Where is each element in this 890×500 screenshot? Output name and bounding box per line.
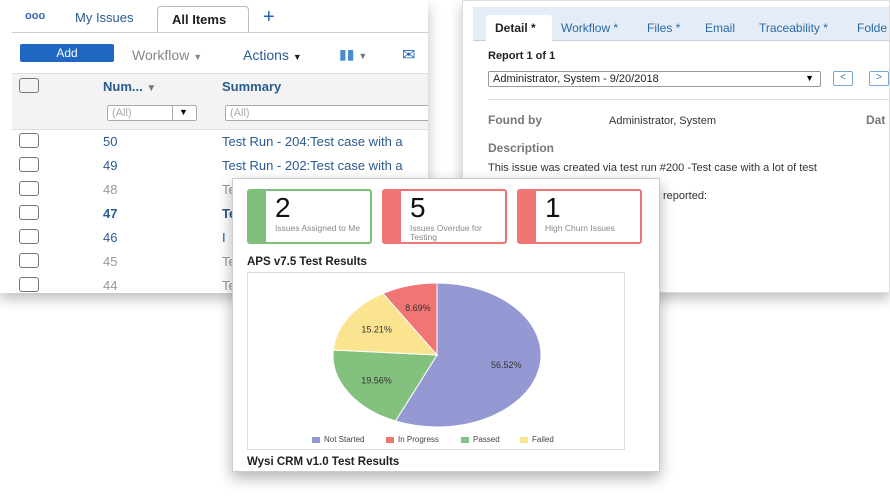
sort-desc-icon: ▼ — [146, 83, 157, 94]
select-all-checkbox[interactable] — [19, 78, 39, 93]
tab-workflow[interactable]: Workflow * — [561, 21, 618, 35]
pie-data-label: 19.56% — [361, 375, 392, 385]
chart-title: APS v7.5 Test Results — [247, 256, 367, 268]
tab-detail[interactable]: Detail * — [486, 15, 552, 41]
legend-swatch — [520, 437, 528, 443]
chevron-down-icon: ▼ — [292, 52, 302, 62]
actions-label: Actions — [243, 47, 289, 63]
card-value: 1 — [545, 192, 561, 223]
tab-files[interactable]: Files * — [647, 21, 680, 35]
next-chart-title: Wysi CRM v1.0 Test Results — [247, 456, 400, 468]
issue-number[interactable]: 45 — [103, 254, 117, 269]
dashboard-panel: 2 Issues Assigned to Me 5 Issues Overdue f… — [232, 178, 660, 472]
pie-data-label: 15.21% — [361, 325, 392, 335]
description-label: Description — [488, 141, 555, 155]
row-checkbox[interactable] — [19, 181, 39, 196]
card-value: 2 — [275, 192, 291, 223]
issue-number[interactable]: 50 — [103, 134, 117, 149]
divider — [12, 32, 428, 33]
description-text: This issue was created via test run #200… — [488, 162, 817, 174]
card-label: Issues Overdue for Testing — [410, 223, 482, 242]
issue-number[interactable]: 49 — [103, 158, 117, 173]
filter-value: (All) — [230, 107, 250, 119]
tab-folders[interactable]: Folde — [857, 21, 887, 35]
card-value: 5 — [410, 192, 426, 223]
tab-label: All Items — [172, 12, 227, 27]
tab-more[interactable]: ooo — [25, 10, 45, 22]
legend-swatch — [312, 437, 320, 443]
issue-number[interactable]: 48 — [103, 182, 117, 197]
chevron-down-icon: ▼ — [179, 107, 188, 117]
pie-chart: 56.52% 19.56% 15.21% 8.69% — [332, 282, 542, 428]
legend-label: Not Started — [324, 435, 365, 444]
chevron-down-icon: ▼ — [358, 51, 368, 61]
column-header-summary[interactable]: Summary — [222, 79, 281, 94]
legend-swatch — [461, 437, 469, 443]
card-accent — [519, 191, 536, 242]
card-label: Issues Assigned to Me — [275, 223, 361, 233]
issue-summary-link[interactable]: Test Run - 202:Test case with a — [222, 158, 403, 173]
report-counter: Report 1 of 1 — [488, 50, 556, 62]
table-header — [12, 73, 428, 130]
chevron-down-icon: ▼ — [805, 73, 814, 83]
issue-summary-link[interactable]: I — [222, 230, 226, 245]
found-by-label: Found by — [488, 113, 542, 127]
pie-data-label: 56.52% — [491, 360, 522, 370]
legend-item-passed[interactable]: Passed — [461, 435, 500, 445]
card-accent — [249, 191, 266, 242]
previous-report-button[interactable]: < — [833, 71, 853, 86]
workflow-label: Workflow — [132, 47, 190, 63]
actions-menu[interactable]: Actions ▼ — [243, 47, 302, 63]
row-checkbox[interactable] — [19, 157, 39, 172]
column-label: Num... — [103, 79, 143, 94]
legend-label: Passed — [473, 435, 500, 444]
issues-assigned-card[interactable]: 2 Issues Assigned to Me — [247, 189, 372, 244]
high-churn-card[interactable]: 1 High Churn Issues — [517, 189, 642, 244]
issue-number[interactable]: 44 — [103, 278, 117, 293]
select-value: Administrator, System - 9/20/2018 — [493, 73, 659, 85]
legend-item-in-progress[interactable]: In Progress — [386, 435, 439, 445]
divider — [172, 106, 173, 120]
legend-swatch — [386, 437, 394, 443]
date-label: Dat — [866, 113, 886, 127]
issues-overdue-card[interactable]: 5 Issues Overdue for Testing — [382, 189, 507, 244]
bar-chart-icon: ▮▮ — [339, 46, 355, 62]
chart-container: 56.52% 19.56% 15.21% 8.69% Not Started In P… — [247, 272, 625, 450]
workflow-menu[interactable]: Workflow ▼ — [132, 47, 202, 63]
legend-label: In Progress — [398, 435, 439, 444]
legend-item-failed[interactable]: Failed — [520, 435, 554, 445]
pie-data-label: 8.69% — [405, 303, 431, 313]
row-checkbox[interactable] — [19, 205, 39, 220]
row-checkbox[interactable] — [19, 277, 39, 292]
card-label: High Churn Issues — [545, 223, 615, 233]
column-header-number[interactable]: Num... ▼ — [103, 79, 156, 94]
legend-item-not-started[interactable]: Not Started — [312, 435, 364, 445]
legend-label: Failed — [532, 435, 554, 444]
tab-my-issues[interactable]: My Issues — [75, 10, 134, 25]
tab-all-items[interactable]: All Items — [157, 6, 249, 33]
divider — [488, 99, 889, 100]
issue-number[interactable]: 47 — [103, 206, 117, 221]
add-tab-icon[interactable]: + — [263, 6, 275, 29]
card-accent — [384, 191, 401, 242]
next-report-button[interactable]: > — [869, 71, 889, 86]
issue-summary-link[interactable]: Test Run - 204:Test case with a — [222, 134, 403, 149]
summary-filter-input[interactable]: (All) — [225, 105, 428, 121]
email-icon[interactable]: ✉ — [402, 45, 415, 65]
chart-menu[interactable]: ▮▮ ▼ — [339, 46, 367, 63]
row-checkbox[interactable] — [19, 229, 39, 244]
row-checkbox[interactable] — [19, 133, 39, 148]
chevron-down-icon: ▼ — [193, 52, 203, 62]
tab-label: Detail * — [495, 21, 536, 35]
add-button[interactable]: Add — [20, 44, 114, 62]
number-filter-select[interactable]: (All) ▼ — [107, 105, 197, 121]
filter-value: (All) — [112, 107, 132, 119]
description-text: reported: — [663, 190, 708, 202]
tab-traceability[interactable]: Traceability * — [759, 21, 828, 35]
report-select[interactable]: Administrator, System - 9/20/2018 ▼ — [488, 71, 821, 87]
issue-number[interactable]: 46 — [103, 230, 117, 245]
row-checkbox[interactable] — [19, 253, 39, 268]
tab-email[interactable]: Email — [705, 21, 735, 35]
found-by-value: Administrator, System — [609, 115, 716, 127]
